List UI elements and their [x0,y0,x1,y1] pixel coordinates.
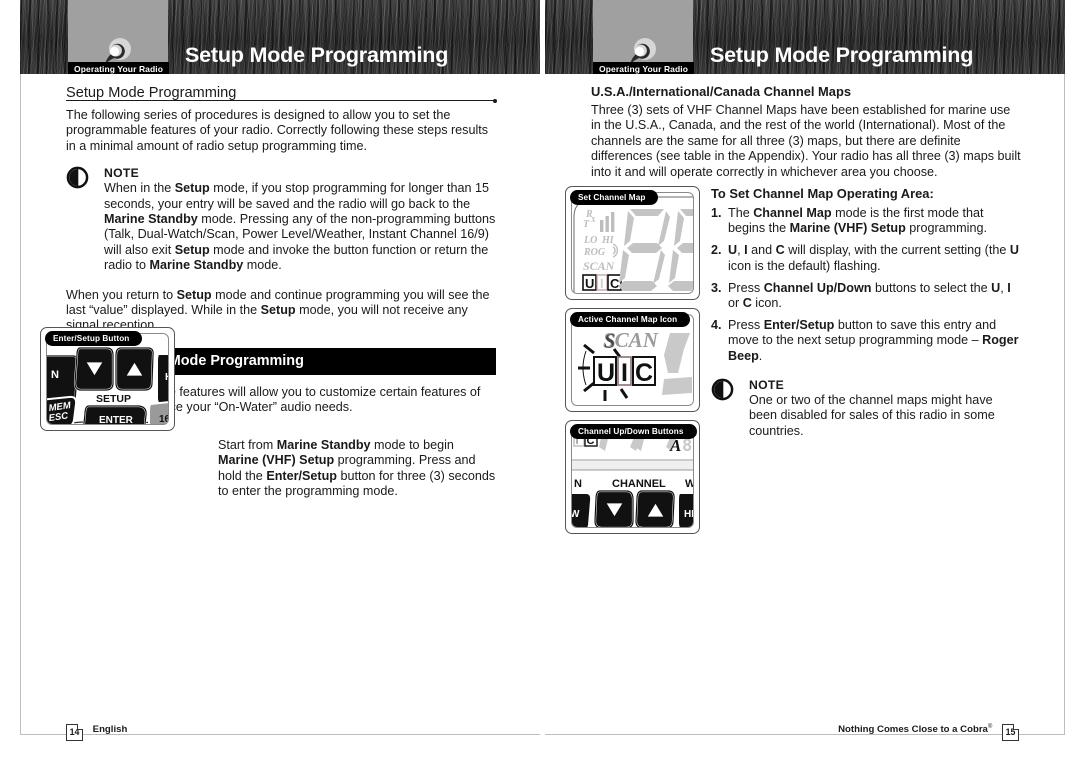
step-item-2: 2. U, I and C will display, with the cur… [711,243,1019,273]
svg-text:ROG: ROG [583,247,606,258]
figure-enter-setup-inner: N MEM ESC WE HI [46,333,169,425]
footer-language: English [92,724,128,735]
svg-text:HI: HI [684,509,694,520]
svg-text:N: N [51,369,59,381]
right-page: Operating Your Radio Setup Mode Programm… [545,0,1065,763]
right-heading: U.S.A./International/Canada Channel Maps [591,84,852,99]
page-number-right: 15 [1002,724,1019,741]
svg-text:WE: WE [163,340,169,351]
lcd-set-channel-map-illustration: R T X LO HI ROG SCAN U I C [573,196,693,293]
svg-text:T: T [583,219,590,230]
banner-title-left: Setup Mode Programming [185,43,449,67]
steps-list: 1. The Channel Map mode is the first mod… [711,206,1021,364]
svg-text:CHANNEL: CHANNEL [612,478,666,490]
figure-caption-active-channel-map: Active Channel Map Icon [570,312,691,327]
step-item-4: 4. Press Enter/Setup button to save this… [711,318,1019,363]
svg-text:I: I [621,359,628,387]
footer-right: Nothing Comes Close to a Cobra® 15 [838,724,1019,741]
footer-registered-mark: ® [987,723,993,730]
left-page: Operating Your Radio Setup Mode Programm… [20,0,540,763]
header-banner-right: Operating Your Radio Setup Mode Programm… [545,0,1065,74]
subheading-rule-dot [493,99,497,103]
active-map-icon-illustration: SCAN S U I C [574,317,693,405]
step-item-1: 1. The Channel Map mode is the first mod… [711,206,987,236]
figure-set-channel-map-inner: R T X LO HI ROG SCAN U I C [571,192,694,294]
note-circle-icon [66,166,89,189]
enter-setup-keypad-illustration: N MEM ESC WE HI [47,340,169,425]
left-note-block: NOTE When in the Setup mode, if you stop… [66,166,496,273]
svg-text:WE: WE [685,478,694,490]
right-note-label: NOTE [749,377,785,392]
svg-text:SETUP: SETUP [96,393,131,405]
svg-text:HI: HI [601,235,615,246]
steps-column: To Set Channel Map Operating Area: 1. Th… [711,186,1021,449]
steps-heading: To Set Channel Map Operating Area: [711,186,934,201]
svg-text:U: U [585,276,594,291]
figure-caption-channel-updown: Channel Up/Down Buttons [570,424,697,439]
figure-enter-setup-button: Enter/Setup Button N MEM ESC SETUP ENTER… [40,327,175,431]
figure-caption-set-channel-map: Set Channel Map [570,190,659,205]
svg-text:U: U [597,359,615,387]
svg-text:I: I [600,276,604,291]
left-intro-paragraph: The following series of procedures is de… [66,108,489,153]
page-number-left: 14 [66,724,83,741]
svg-text:C: C [635,359,653,387]
footer-tagline: Comes Close to a Cobra [874,724,988,735]
figure-active-channel-map-icon: Active Channel Map Icon SCAN S U I C [565,308,700,412]
step-number-3: 3. [711,280,722,295]
banner-title-right: Setup Mode Programming [710,43,974,67]
left-content: Setup Mode Programming The following ser… [66,84,497,508]
step-item-3: 3. Press Channel Up/Down buttons to sele… [711,280,1011,311]
header-banner-left: Operating Your Radio Setup Mode Programm… [20,0,540,74]
left-subheading: Setup Mode Programming [66,84,497,103]
right-note-text: One or two of the channel maps might hav… [749,392,995,438]
svg-text:8: 8 [682,436,692,456]
svg-text:N: N [574,478,582,490]
figure-active-channel-map-inner: SCAN S U I C [571,314,694,406]
figure-channel-updown-buttons: Channel Up/Down Buttons I C A 8 N CHANNE… [565,420,700,534]
footer-left: 14 English [66,724,127,741]
note-circle-icon-right [711,378,734,401]
section-tab-left: Operating Your Radio [68,62,170,74]
svg-text:HI: HI [165,372,169,383]
right-intro-paragraph: Three (3) sets of VHF Channel Maps have … [591,103,1021,179]
left-start-paragraph: Start from Marine Standby mode to begin … [218,437,496,498]
step-number-2: 2. [711,243,722,258]
svg-text:C: C [610,276,620,291]
svg-text:SCAN: SCAN [583,259,616,273]
svg-text:W: W [572,509,580,520]
left-note-text: When in the Setup mode, if you stop prog… [104,181,496,273]
right-note-block: NOTE One or two of the channel maps migh… [711,378,1021,439]
left-note-label: NOTE [104,166,140,181]
figure-caption-enter-setup: Enter/Setup Button [45,331,143,346]
figure-channel-updown-inner: I C A 8 D EM [571,426,694,528]
page-spread: Operating Your Radio Setup Mode Programm… [0,0,1080,763]
step-number-1: 1. [711,206,722,220]
svg-text:ENTER: ENTER [99,415,134,425]
section-tab-right: Operating Your Radio [593,62,695,74]
step-number-4: 4. [711,318,722,333]
right-content: U.S.A./International/Canada Channel Maps… [591,84,1021,189]
channel-updown-illustration: I C A 8 D EM [572,427,694,527]
svg-text:X: X [590,216,596,224]
svg-text:LO: LO [583,235,597,246]
subheading-rule [66,100,496,101]
figure-set-channel-map: Set Channel Map R T X LO HI ROG SCAN U I… [565,186,700,300]
svg-text:16: 16 [159,414,169,425]
footer-tagline-bold: Nothing [838,724,875,735]
